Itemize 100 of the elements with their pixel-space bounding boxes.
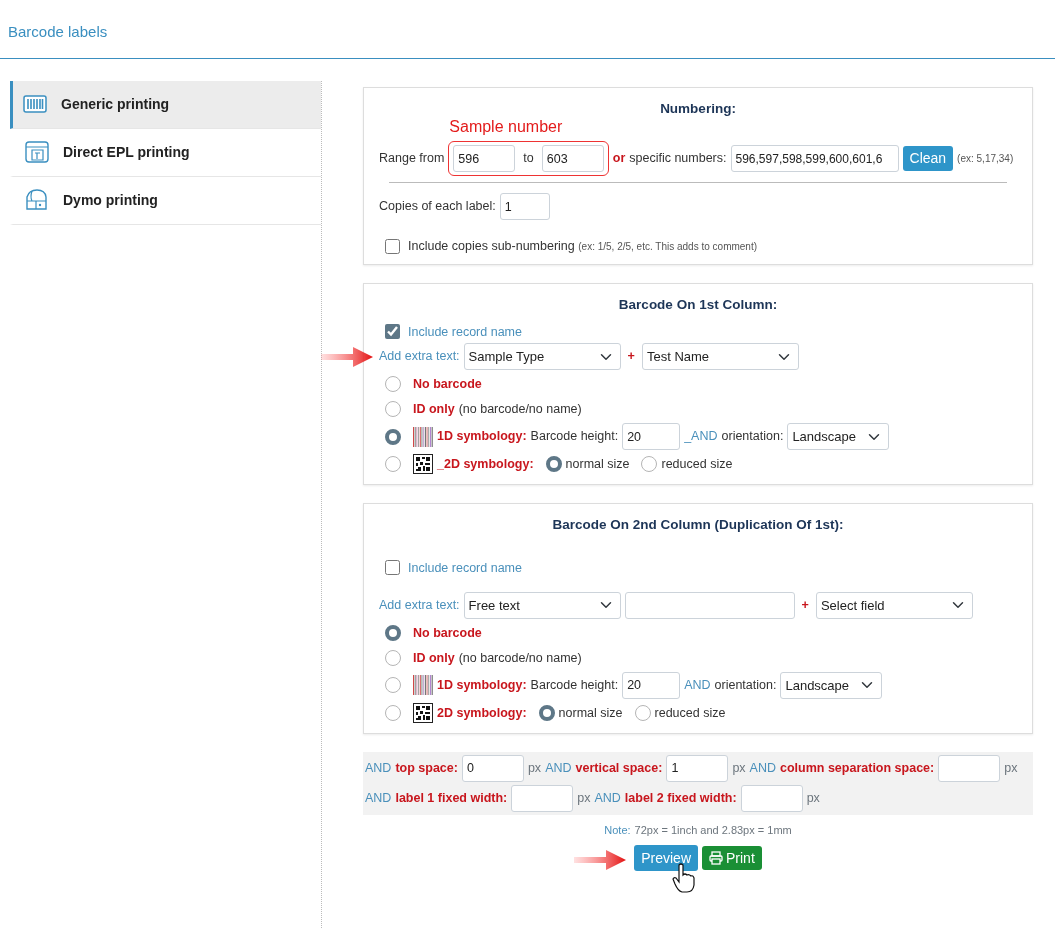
checkbox-label: Include record name [408,559,522,576]
note-label: Note: [604,822,631,838]
number-field[interactable]: 0 [461,754,524,782]
and-label: AND [684,677,711,694]
field-label: Barcode height: [530,677,619,694]
field-label: to [523,150,534,167]
and-label: AND [365,790,392,807]
radio-button[interactable] [385,704,401,721]
field-label: label 2 fixed width: [624,790,737,807]
option-label: 2D symbology: [437,704,527,721]
option-label: reduced size [661,455,733,473]
and-label: AND [365,760,392,777]
hand-cursor-icon [671,863,697,894]
option-label: _2D symbology: [437,455,534,473]
sidebar-item[interactable]: Direct EPL printing [10,128,321,177]
dropdown[interactable]: Landscape [787,423,890,451]
sidebar-item[interactable]: Generic printing [10,80,321,129]
radio-button[interactable] [385,376,401,393]
qr-code-icon [413,702,433,723]
unit-label: px [732,760,746,777]
dropdown[interactable]: Select field [815,591,973,619]
plus-sign: + [801,597,809,614]
copies-field[interactable]: 1 [499,193,550,221]
option-label: ID only [413,649,455,666]
radio-button[interactable] [385,428,401,445]
unit-label: px [527,760,542,777]
unit-label: px [577,790,591,807]
field-label: Add extra text: [379,348,460,365]
and-label: AND [545,760,572,777]
option-label: reduced size [654,704,726,721]
field-label: column separation space: [780,760,935,777]
checkbox-label: Include copies sub-numbering (ex: 1/5, 2/5, etc. This adds to comment) [408,238,758,255]
radio-button[interactable] [545,456,562,473]
option-note: (no barcode/no name) [458,400,582,418]
example-hint: (ex: 5,17,34) [957,152,1014,166]
field-label: Add extra text: [379,597,460,614]
annotation-text: Sample number [449,117,563,138]
qr-code-icon [413,454,433,475]
option-label: ID only [413,400,455,418]
label-printer-icon [23,189,49,211]
or-label: or [612,150,626,167]
dropdown[interactable]: Landscape [780,671,883,699]
option-label: 1D symbology: [437,428,527,445]
field-label: specific numbers: [629,150,727,167]
option-label: No barcode [413,624,482,641]
barcode-height-field[interactable]: 20 [622,671,681,699]
dropdown[interactable]: Sample Type [463,343,621,371]
range-from-field[interactable]: 596 [453,145,516,173]
radio-button[interactable] [634,704,651,721]
printer-icon [23,141,49,163]
field-label: Barcode height: [530,428,619,445]
range-to-field[interactable]: 603 [541,145,604,173]
section-title: Barcode On 2nd Column (Duplication Of 1st): [551,516,845,534]
radio-button[interactable] [538,704,555,721]
radio-button[interactable] [385,649,401,666]
dropdown[interactable]: Free text [463,591,621,619]
radio-button[interactable] [641,456,658,473]
unit-label: px [1004,760,1018,777]
field-label: top space: [395,760,458,777]
radio-button[interactable] [385,677,401,694]
dropdown[interactable]: Test Name [641,343,799,371]
and-label: _AND [684,428,718,445]
checkbox-label: Include record name [408,323,522,341]
specific-numbers-field[interactable]: 596,597,598,599,600,601,6 [730,145,899,173]
radio-button[interactable] [385,401,401,418]
option-note: (no barcode/no name) [458,649,582,666]
number-field[interactable]: 1 [666,754,729,782]
printer-icon [709,851,723,866]
barcode-height-field[interactable]: 20 [622,423,681,451]
option-label: normal size [565,455,630,473]
sidebar-item[interactable]: Dymo printing [10,176,321,225]
number-field[interactable] [740,784,803,812]
option-label: No barcode [413,375,482,393]
number-field[interactable] [511,784,574,812]
field-label: Copies of each label: [379,198,496,215]
radio-button[interactable] [385,624,401,641]
note-text: 72px = 1inch and 2.83px = 1mm [634,822,792,838]
text-field[interactable] [624,591,795,619]
field-label: orientation: [721,428,784,445]
section-title: Numbering: [659,99,737,118]
field-label: Range from [379,150,445,167]
checkbox[interactable] [385,560,400,576]
section-title: Barcode On 1st Column: [617,296,779,314]
barcode-icon [413,426,433,447]
radio-button[interactable] [385,456,401,473]
barcode-icon [413,675,433,696]
and-label: AND [749,760,776,777]
plus-sign: + [627,348,635,365]
number-field[interactable] [938,754,1001,782]
print-button[interactable]: Print [702,846,762,871]
field-label: label 1 fixed width: [395,790,508,807]
field-label: orientation: [714,677,777,694]
option-label: normal size [558,704,623,721]
checkbox[interactable] [385,324,400,340]
option-label: 1D symbology: [437,677,527,694]
checkbox[interactable] [385,238,400,254]
and-label: AND [594,790,621,807]
barcode-icon [23,95,47,113]
unit-label: px [806,790,820,807]
page-title: Barcode labels [0,0,1055,59]
